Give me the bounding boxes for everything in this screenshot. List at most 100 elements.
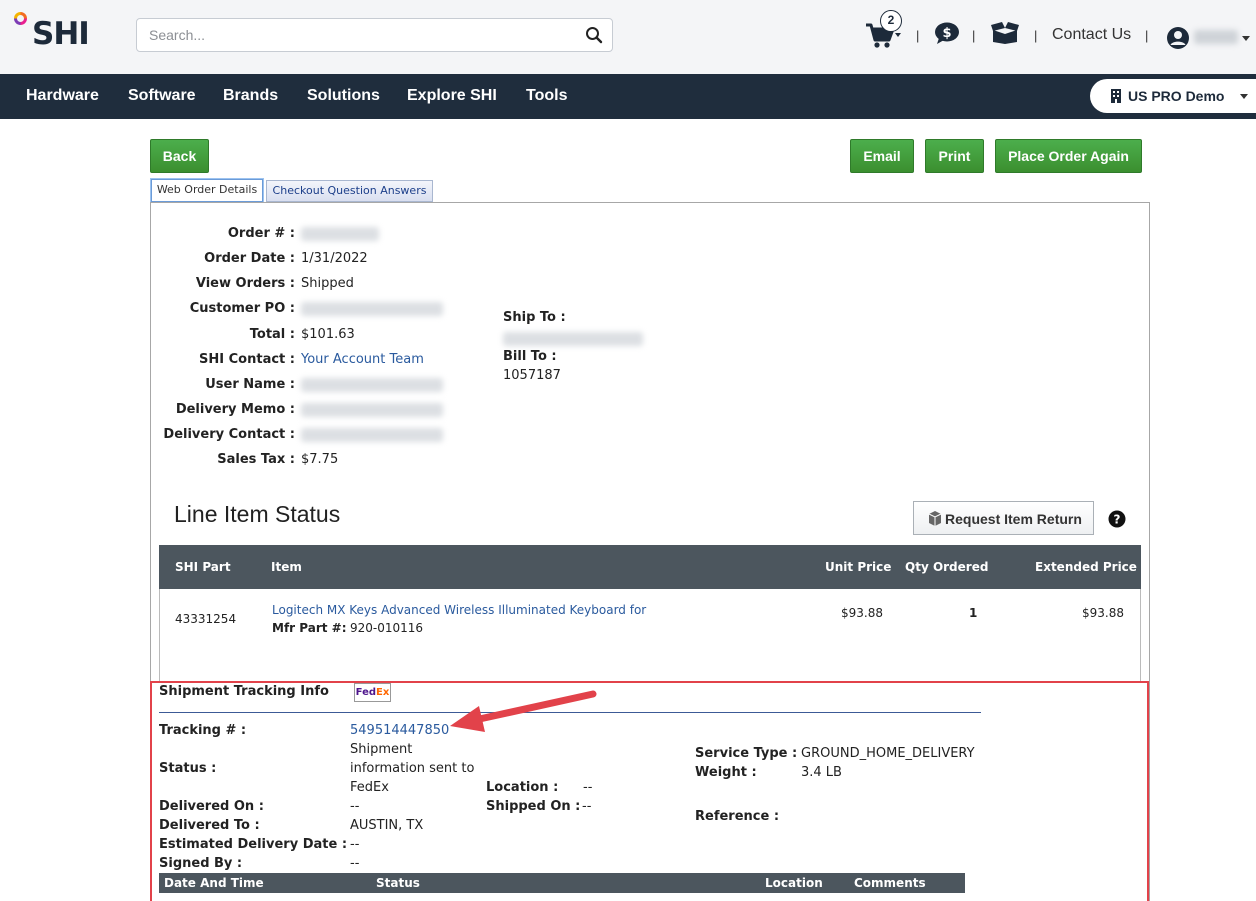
main-nav: Hardware Software Brands Solutions Explo…	[0, 74, 1256, 119]
nav-item-software[interactable]: Software	[128, 87, 196, 105]
logo-text: SHI	[32, 16, 90, 52]
status-value-line: FedEx	[350, 780, 389, 795]
separator: |	[972, 28, 976, 43]
top-header: SHI 2 | $ | | Contact Us |	[0, 0, 1256, 74]
email-button[interactable]: Email	[850, 139, 914, 173]
service-type-value: GROUND_HOME_DELIVERY	[801, 746, 975, 761]
sales-tax-value: $7.75	[301, 452, 339, 467]
user-name-redacted[interactable]	[1194, 30, 1238, 44]
col-shi-part[interactable]: SHI Part	[175, 560, 231, 574]
bill-to-label: Bill To :	[503, 349, 557, 364]
chevron-down-icon	[1240, 94, 1248, 99]
help-icon[interactable]: ?	[1108, 510, 1126, 528]
delivery-contact-redacted	[301, 428, 443, 442]
nav-item-hardware[interactable]: Hardware	[26, 87, 99, 105]
chevron-down-icon	[895, 33, 901, 37]
col-location[interactable]: Location	[765, 876, 823, 890]
ship-to-redacted	[503, 332, 643, 346]
logo-ring-icon	[14, 12, 27, 25]
cart-button[interactable]: 2	[865, 10, 905, 50]
separator: |	[1145, 28, 1149, 43]
view-orders-value: Shipped	[301, 276, 354, 291]
weight-value: 3.4 LB	[801, 765, 842, 780]
user-name-label: User Name :	[205, 377, 295, 392]
svg-text:?: ?	[1114, 513, 1121, 527]
delivered-to-label: Delivered To :	[159, 818, 260, 833]
mfr-part-value: 920-010116	[350, 621, 424, 635]
customer-po-label: Customer PO :	[189, 301, 295, 316]
line-item-status-title: Line Item Status	[174, 501, 341, 527]
bill-to-value: 1057187	[503, 368, 561, 383]
quote-dollar-icon[interactable]: $	[934, 22, 960, 46]
tab-checkout-question-answers[interactable]: Checkout Question Answers	[266, 180, 433, 202]
nav-item-brands[interactable]: Brands	[223, 87, 278, 105]
col-item[interactable]: Item	[271, 560, 302, 574]
shipment-highlight-box	[150, 681, 1149, 901]
delivered-on-label: Delivered On :	[159, 799, 264, 814]
sales-tax-label: Sales Tax :	[217, 452, 295, 467]
order-number-redacted	[301, 227, 379, 241]
request-item-return-button[interactable]: Request Item Return	[913, 501, 1094, 535]
item-link[interactable]: Logitech MX Keys Advanced Wireless Illum…	[272, 603, 646, 617]
weight-label: Weight :	[695, 765, 757, 780]
col-date-and-time[interactable]: Date And Time	[164, 876, 264, 890]
shi-contact-label: SHI Contact :	[199, 352, 295, 367]
search-icon[interactable]	[585, 26, 603, 44]
customer-po-redacted	[301, 302, 443, 316]
nav-item-solutions[interactable]: Solutions	[307, 87, 380, 105]
location-value: --	[583, 780, 593, 795]
col-qty-ordered[interactable]: Qty Ordered	[905, 560, 988, 574]
order-date-label: Order Date :	[204, 251, 295, 266]
contact-us-link[interactable]: Contact Us	[1052, 26, 1131, 44]
print-button[interactable]: Print	[925, 139, 984, 173]
shi-logo[interactable]: SHI	[14, 12, 104, 52]
tracking-number-label: Tracking # :	[159, 723, 247, 738]
chevron-down-icon[interactable]	[1242, 36, 1250, 41]
status-label: Status :	[159, 761, 217, 776]
search-input[interactable]	[137, 19, 577, 51]
signed-by-value: --	[350, 856, 360, 871]
fedex-logo-icon: FedEx	[354, 683, 391, 702]
col-extended-price[interactable]: Extended Price	[1035, 560, 1137, 574]
order-number-label: Order # :	[227, 226, 295, 241]
request-item-return-label: Request Item Return	[945, 511, 1082, 527]
nav-item-explore-shi[interactable]: Explore SHI	[407, 87, 497, 105]
unit-price-cell: $93.88	[841, 606, 883, 620]
shipment-tracking-title: Shipment Tracking Info	[159, 684, 329, 699]
extended-price-cell: $93.88	[1082, 606, 1124, 620]
shipped-on-label: Shipped On :	[486, 799, 581, 814]
place-order-again-button[interactable]: Place Order Again	[995, 139, 1142, 173]
tracking-number-link[interactable]: 549514447850	[350, 723, 449, 738]
signed-by-label: Signed By :	[159, 856, 243, 871]
user-avatar-icon[interactable]	[1166, 26, 1190, 50]
nav-item-tools[interactable]: Tools	[526, 87, 567, 105]
back-button[interactable]: Back	[150, 139, 209, 173]
qty-cell: 1	[969, 606, 978, 620]
table-row: 43331254 Logitech MX Keys Advanced Wirel…	[159, 589, 1141, 681]
svg-text:$: $	[942, 26, 951, 41]
col-status[interactable]: Status	[376, 876, 420, 890]
tab-web-order-details[interactable]: Web Order Details	[151, 179, 263, 202]
shipped-on-value: --	[582, 799, 592, 814]
separator: |	[1034, 28, 1038, 43]
shi-contact-link[interactable]: Your Account Team	[301, 352, 424, 367]
col-unit-price[interactable]: Unit Price	[825, 560, 891, 574]
delivered-on-value: --	[350, 799, 360, 814]
location-label: Location :	[486, 780, 559, 795]
delivery-contact-label: Delivery Contact :	[163, 427, 295, 442]
separator: |	[916, 28, 920, 43]
order-date-value: 1/31/2022	[301, 251, 368, 266]
ship-to-label: Ship To :	[503, 310, 566, 325]
return-box-icon	[928, 511, 942, 526]
account-selector[interactable]: US PRO Demo	[1090, 79, 1256, 113]
service-type-label: Service Type :	[695, 746, 798, 761]
open-box-icon[interactable]	[990, 22, 1020, 44]
cart-count-badge: 2	[880, 10, 902, 32]
view-orders-label: View Orders :	[195, 276, 295, 291]
status-value-line: Shipment	[350, 742, 413, 757]
status-value-line: information sent to	[350, 761, 475, 776]
account-label: US PRO Demo	[1128, 88, 1225, 104]
red-arrow-annotation	[450, 690, 597, 732]
building-icon	[1111, 89, 1121, 103]
col-comments[interactable]: Comments	[854, 876, 926, 890]
